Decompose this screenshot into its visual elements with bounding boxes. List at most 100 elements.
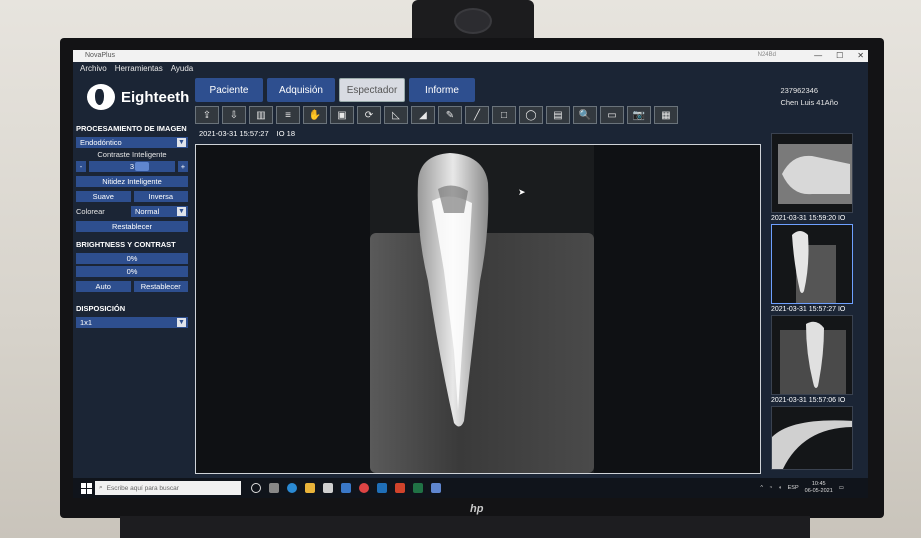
xray-viewer[interactable]: ➤ [195,144,761,474]
chevron-down-icon: ▼ [177,318,186,327]
angle-icon[interactable]: ◺ [384,106,408,124]
image-icon[interactable]: ▣ [330,106,354,124]
title-bar: NovaPlus N24Bd — ☐ ✕ [73,50,868,62]
thumbnail-image [780,321,846,394]
task-view-icon[interactable] [269,483,279,493]
contrast-minus-button[interactable]: - [76,161,86,172]
contrast-plus-button[interactable]: + [178,161,188,172]
colorize-value: Normal [135,207,160,216]
dental-app-icon[interactable] [431,483,441,493]
cortana-icon[interactable] [251,483,261,493]
processing-title: PROCESAMIENTO DE IMAGEN [76,124,187,133]
slider-knob[interactable] [135,162,149,171]
thumbnail-image [778,144,852,204]
smart-sharpness-button[interactable]: Nitidez Inteligente [76,176,188,187]
contrast-value: 0% [126,267,138,276]
rotate-icon[interactable]: ⟳ [357,106,381,124]
mode-select[interactable]: Endodóntico ▼ [76,137,188,148]
smart-contrast-slider[interactable]: 3 [89,161,175,172]
file-explorer-icon[interactable] [305,483,315,493]
tray-language[interactable]: ESP [788,485,799,491]
tooth-logo-icon [87,84,115,110]
thumbnail-3-caption: 2021-03-31 15:57:06 IO [771,397,846,404]
ellipse-icon[interactable]: ◯ [519,106,543,124]
camera-icon[interactable]: 📷 [627,106,651,124]
word-icon[interactable] [377,483,387,493]
smooth-button[interactable]: Suave [76,191,131,202]
excel-icon[interactable] [413,483,423,493]
monitor-stand [120,516,810,538]
zoom-icon[interactable]: 🔍 [573,106,597,124]
powerpoint-icon[interactable] [395,483,405,493]
close-button[interactable]: ✕ [857,51,864,60]
brightness-title: BRIGHTNESS Y CONTRAST [76,240,176,249]
tooth-xray-image [417,153,489,427]
store-icon[interactable] [323,483,333,493]
inverse-button[interactable]: Inversa [133,191,188,202]
rectangle-icon[interactable]: □ [492,106,516,124]
windows-start-icon[interactable] [77,481,95,495]
app-screen: NovaPlus N24Bd — ☐ ✕ Archivo Herramienta… [73,50,868,498]
reset-processing-button[interactable]: Restablecer [76,221,188,232]
mouse-cursor-icon: ➤ [518,187,526,197]
search-icon: ⌕ [99,484,103,491]
brightness-slider[interactable]: 0% [76,253,188,264]
minimize-button[interactable]: — [814,51,822,60]
layers-icon[interactable]: ≡ [276,106,300,124]
thumbnail-strip: 2021-03-31 15:59:20 IO 2021-03-31 15:57:… [771,133,855,470]
window-right-label: N24Bd [757,52,776,58]
hand-icon[interactable]: ✋ [303,106,327,124]
reset-brightness-button[interactable]: Restablecer [133,281,188,292]
thumbnail-4[interactable] [771,406,853,470]
thumbnail-3[interactable] [771,315,853,395]
colorize-select[interactable]: Normal ▼ [131,206,188,217]
clock[interactable]: 10:45 06-05-2021 [805,481,833,495]
maximize-button[interactable]: ☐ [836,51,843,60]
viewer-toolbar: ⇪ ⇩ ▥ ≡ ✋ ▣ ⟳ ◺ ◢ ✎ ╱ □ ◯ ▤ 🔍 ▭ 📷 ▦ [195,106,678,124]
patient-id: 237962346 [780,86,818,95]
layout-select[interactable]: 1x1 ▼ [76,317,188,328]
auto-button[interactable]: Auto [76,281,131,292]
line-icon[interactable]: ╱ [465,106,489,124]
chevron-up-icon[interactable]: ^ [760,485,763,491]
compare-icon[interactable]: ▥ [249,106,273,124]
layout-value: 1x1 [80,318,93,327]
text-icon[interactable]: ▤ [546,106,570,124]
pen-icon[interactable]: ✎ [438,106,462,124]
mode-value: Endodóntico [80,138,122,147]
thumbnail-2-caption: 2021-03-31 15:57:27 IO [771,306,846,313]
contrast-icon[interactable]: ◢ [411,106,435,124]
export-icon[interactable]: ⇩ [222,106,246,124]
tab-espectador[interactable]: Espectador [339,78,405,102]
thumbnail-image [792,231,836,303]
network-icon[interactable]: ◔ [769,485,772,491]
import-icon[interactable]: ⇪ [195,106,219,124]
menu-herramientas[interactable]: Herramientas [115,64,163,73]
tab-informe[interactable]: Informe [409,78,475,102]
viewer-timestamp: 2021-03-31 15:57:27 [199,129,269,138]
mail-icon[interactable] [341,483,351,493]
clock-time: 10:45 [811,481,826,487]
contrast-slider[interactable]: 0% [76,266,188,277]
thumbnail-2[interactable] [771,224,853,304]
tab-adquisicion[interactable]: Adquisión [267,78,335,102]
note-icon[interactable]: ▭ [600,106,624,124]
edge-icon[interactable] [287,483,297,493]
taskbar-search-input[interactable]: ⌕ Escribe aquí para buscar [95,481,241,495]
volume-icon[interactable]: ◖ [778,485,781,491]
hp-logo: hp [470,503,484,515]
grid-icon[interactable]: ▦ [654,106,678,124]
thumbnail-1[interactable] [771,133,853,213]
menu-ayuda[interactable]: Ayuda [171,64,194,73]
smart-contrast-value: 3 [129,162,135,171]
system-tray: ^ ◔ ◖ ESP 10:45 06-05-2021 ▭ [760,481,844,495]
left-panel: PROCESAMIENTO DE IMAGEN Endodóntico ▼ Co… [76,122,188,330]
clock-date: 06-05-2021 [804,488,833,494]
layout-title: DISPOSICIÓN [76,304,126,313]
notification-icon[interactable]: ▭ [839,485,844,491]
menu-bar: Archivo Herramientas Ayuda [73,62,868,74]
smart-contrast-label: Contraste Inteligente [97,150,167,159]
tab-paciente[interactable]: Paciente [195,78,263,102]
chrome-icon[interactable] [359,483,369,493]
menu-archivo[interactable]: Archivo [80,64,107,73]
